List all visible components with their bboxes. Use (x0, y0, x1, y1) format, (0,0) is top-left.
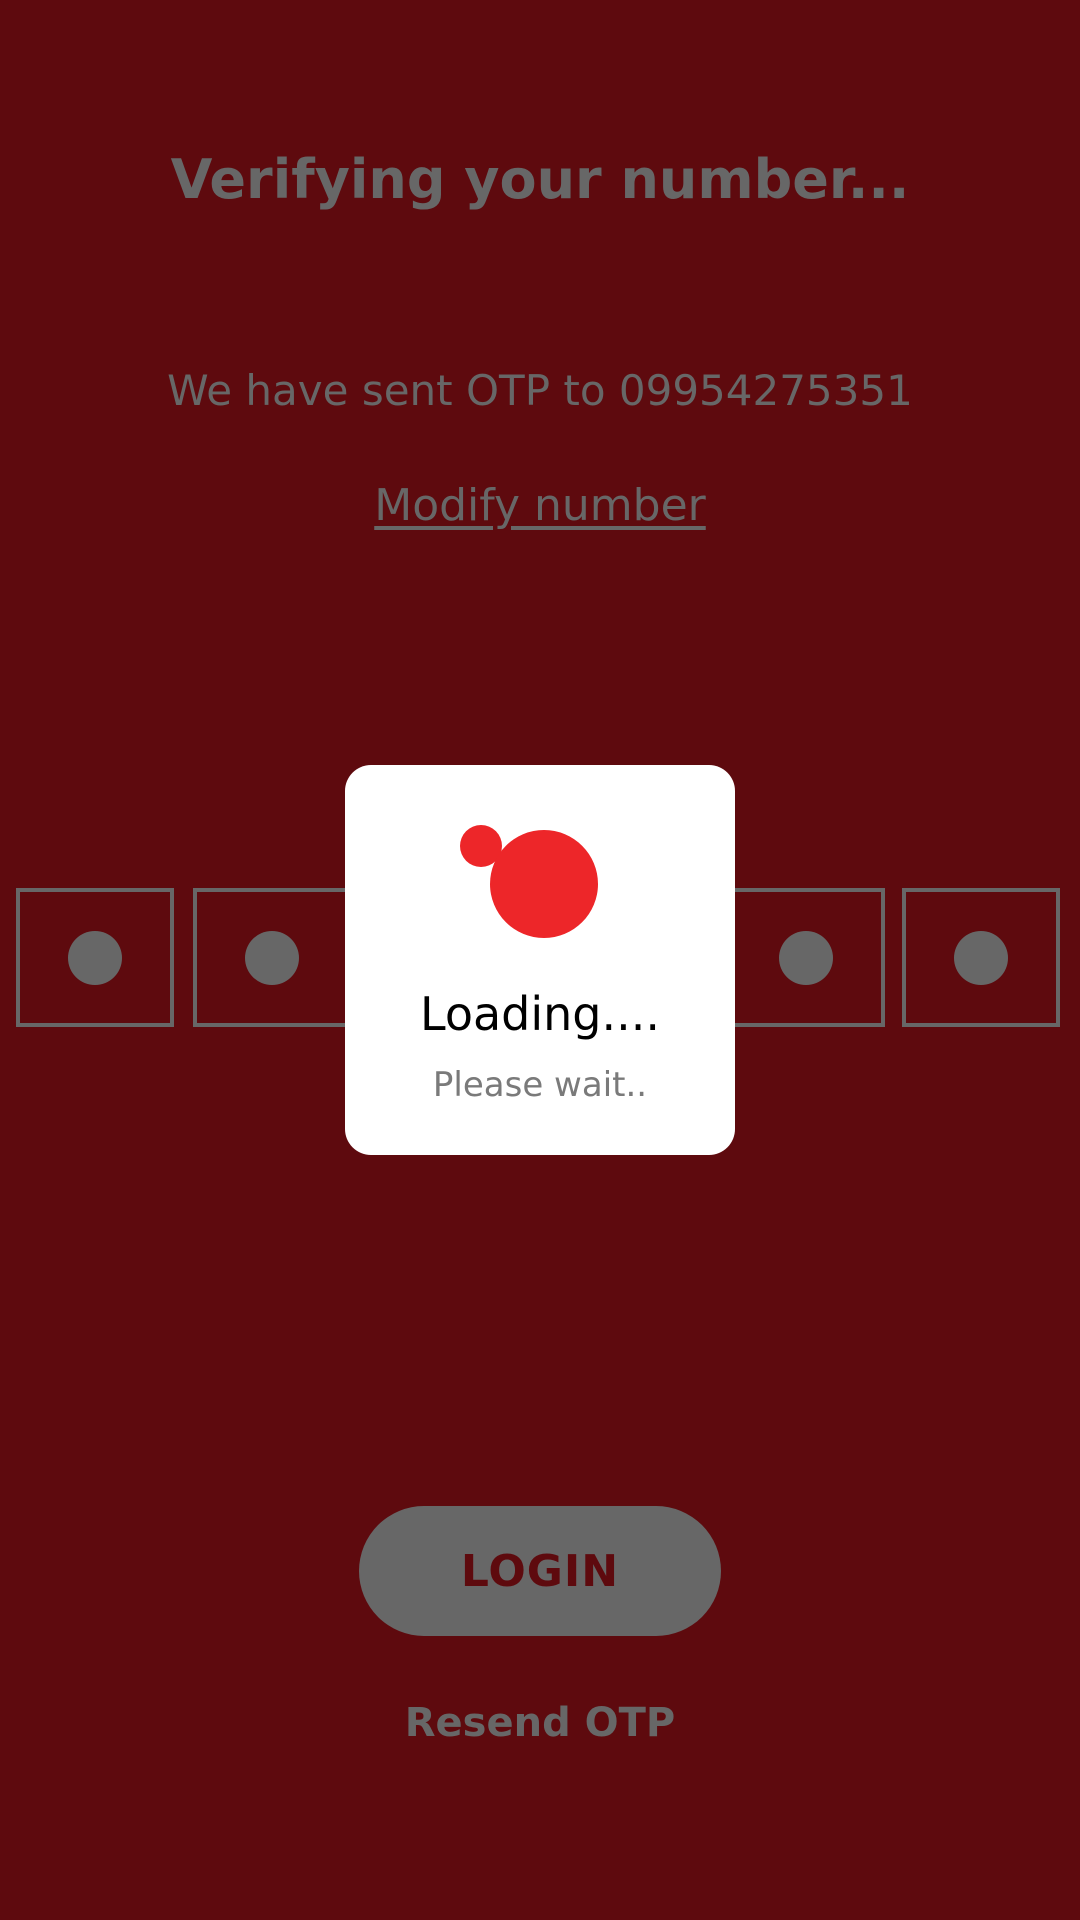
login-button[interactable]: LOGIN (359, 1506, 721, 1636)
page-title: Verifying your number... (170, 148, 910, 211)
otp-digit-dot (68, 930, 122, 985)
otp-verification-screen: Verifying your number... We have sent OT… (0, 0, 1080, 1920)
loading-dialog: Loading.... Please wait.. (345, 765, 735, 1155)
otp-digit-box-6[interactable] (902, 888, 1060, 1027)
loading-spinner-icon (460, 825, 610, 955)
otp-sent-message: We have sent OTP to 09954275351 (167, 366, 913, 415)
otp-digit-box-2[interactable] (193, 888, 351, 1027)
modify-number-link[interactable]: Modify number (0, 480, 1080, 531)
otp-digit-dot (245, 930, 299, 985)
spinner-large-dot (490, 830, 598, 938)
otp-digit-box-1[interactable] (16, 888, 174, 1027)
otp-digit-dot (954, 930, 1008, 985)
resend-otp-link[interactable]: Resend OTP (0, 1700, 1080, 1746)
loading-subtitle: Please wait.. (432, 1065, 648, 1105)
loading-title: Loading.... (420, 987, 660, 1041)
otp-digit-dot (779, 930, 833, 985)
otp-digit-box-5[interactable] (727, 888, 885, 1027)
